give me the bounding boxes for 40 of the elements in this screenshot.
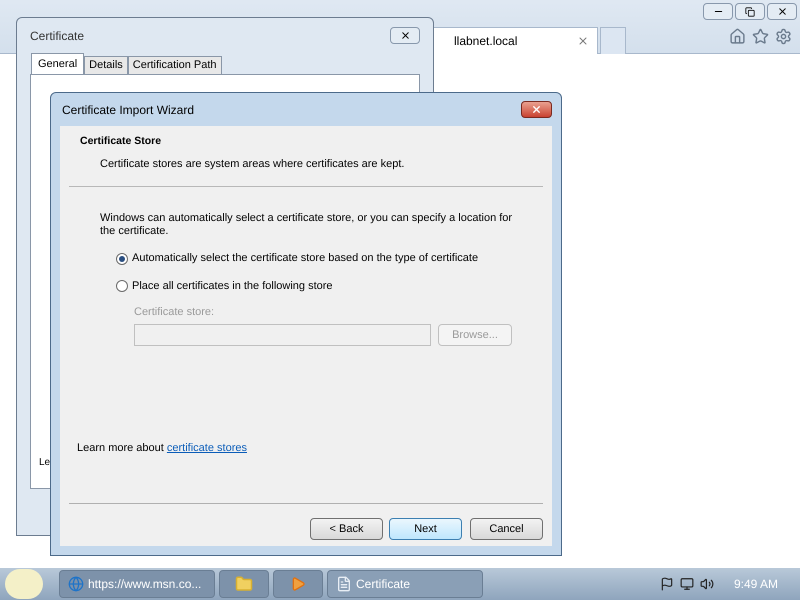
window-title: Certificate Import Wizard <box>62 102 194 118</box>
learn-more-text: Learn more about certificate stores <box>76 440 248 456</box>
panel-text: Le <box>39 456 52 470</box>
folder-icon <box>235 575 253 593</box>
radio-button[interactable] <box>116 280 128 292</box>
input-field[interactable] <box>134 324 431 346</box>
taskbar-button[interactable] <box>219 570 269 598</box>
tab[interactable]: Details <box>84 56 128 74</box>
radio-button[interactable] <box>116 252 128 264</box>
play-icon <box>290 576 306 592</box>
option-label: Automatically select the certificate store based on the type of certificate <box>132 251 478 266</box>
tab[interactable]: General <box>31 53 84 74</box>
speaker-icon[interactable] <box>700 577 714 591</box>
flag-icon[interactable] <box>660 577 674 591</box>
start-button[interactable] <box>5 569 43 599</box>
restore-icon <box>745 6 755 16</box>
wizard-button[interactable]: Cancel <box>470 518 543 540</box>
close-icon[interactable] <box>577 35 589 47</box>
window-title: Certificate <box>30 28 84 44</box>
wizard-button[interactable]: < Back <box>310 518 383 540</box>
close-button[interactable] <box>521 101 552 118</box>
wizard-button[interactable]: Next <box>389 518 462 540</box>
star-icon[interactable] <box>752 28 769 45</box>
page-subheading: Certificate stores are system areas where certificates are kept. <box>99 156 406 172</box>
option-label: Place all certificates in the following store <box>132 278 333 294</box>
intro-text: Windows can automatically select a certificate store, or you can specify a location for the certificate. <box>99 212 514 238</box>
globe-icon <box>68 576 84 592</box>
close-button[interactable] <box>767 3 797 20</box>
field-label: Certificate store: <box>134 305 216 320</box>
home-icon[interactable] <box>729 28 746 45</box>
document-icon <box>336 576 352 592</box>
tab[interactable]: Certification Path <box>128 56 222 74</box>
close-icon <box>400 30 410 41</box>
close-icon <box>531 104 542 115</box>
close-button[interactable] <box>390 27 420 44</box>
page-heading: Certificate Store <box>80 134 162 149</box>
restore-button[interactable] <box>735 3 765 20</box>
close-icon <box>776 6 788 17</box>
settings-icon[interactable] <box>775 28 792 45</box>
help-link[interactable]: certificate stores <box>166 442 247 454</box>
